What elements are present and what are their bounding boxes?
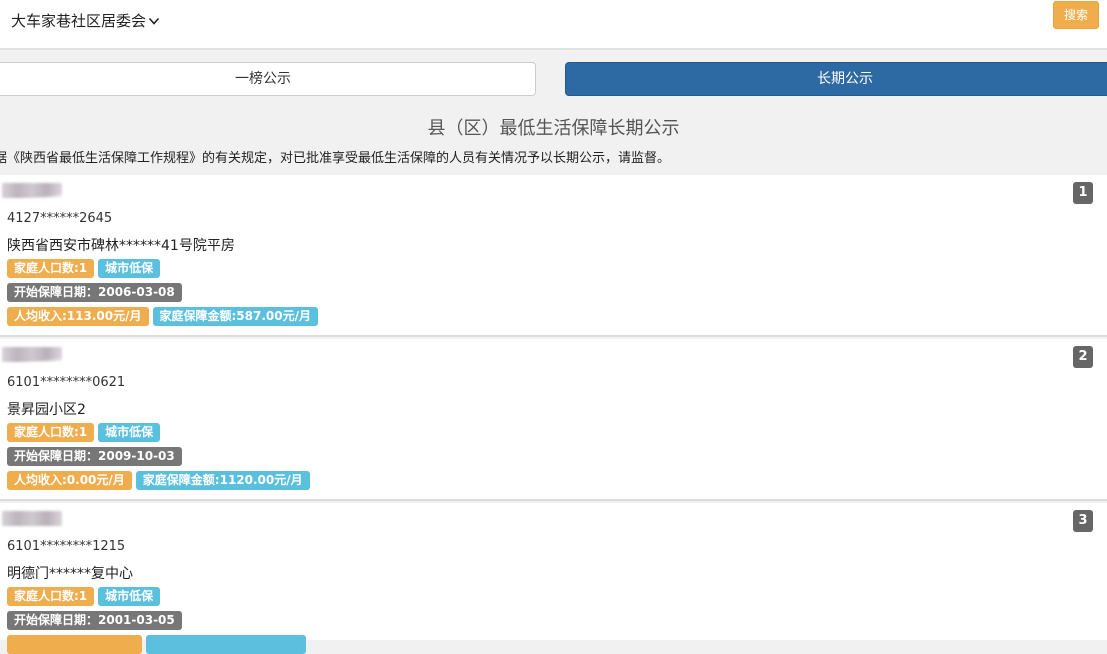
rank-badge: 2 xyxy=(1073,346,1093,368)
start-date-badge: 开始保障日期：2006-03-08 xyxy=(7,283,182,302)
badge-row-income: 人均收入:0.00元/月 家庭保障金额:1120.00元/月 xyxy=(7,471,310,490)
income-badge: 人均收入:113.00元/月 xyxy=(7,307,149,326)
start-date-badge: 开始保障日期：2001-03-05 xyxy=(7,611,182,630)
type-badge: 城市低保 xyxy=(98,259,161,278)
blurred-name xyxy=(2,511,62,526)
amount-badge xyxy=(146,635,306,654)
tab-first-round[interactable]: 一榜公示 xyxy=(0,62,536,96)
address: 明德门******复中心 xyxy=(7,566,133,582)
list-item[interactable]: 2 6101********0621 景昇园小区2 家庭人口数:1 城市低保 开… xyxy=(0,339,1107,501)
id-number: 6101********0621 xyxy=(7,375,126,390)
rank-badge: 1 xyxy=(1073,182,1093,204)
id-number: 4127******2645 xyxy=(7,211,113,226)
household-size-badge: 家庭人口数:1 xyxy=(7,423,95,442)
household-size-badge: 家庭人口数:1 xyxy=(7,587,95,606)
list-item[interactable]: 3 6101********1215 明德门******复中心 家庭人口数:1 … xyxy=(0,503,1107,654)
page-title: 县（区）最低生活保障长期公示 xyxy=(427,118,680,139)
badge-row-date: 开始保障日期：2006-03-08 xyxy=(7,283,182,302)
amount-badge: 家庭保障金额:1120.00元/月 xyxy=(135,471,310,490)
badge-row-household: 家庭人口数:1 城市低保 xyxy=(7,587,161,606)
rank-badge: 3 xyxy=(1073,510,1093,532)
income-badge xyxy=(7,635,142,654)
badge-row-income xyxy=(7,635,306,654)
badge-row-household: 家庭人口数:1 城市低保 xyxy=(7,259,161,278)
list-item[interactable]: 1 4127******2645 陕西省西安市碑林******41号院平房 家庭… xyxy=(0,175,1107,337)
badge-row-household: 家庭人口数:1 城市低保 xyxy=(7,423,161,442)
id-number: 6101********1215 xyxy=(7,539,126,554)
community-selector[interactable]: 大车家巷社区居委会 xyxy=(11,10,160,31)
community-label: 大车家巷社区居委会 xyxy=(11,12,147,30)
address: 陕西省西安市碑林******41号院平房 xyxy=(7,238,235,254)
top-bar: 大车家巷社区居委会 搜索 xyxy=(0,0,1107,50)
badge-row-income: 人均收入:113.00元/月 家庭保障金额:587.00元/月 xyxy=(7,307,318,326)
household-size-badge: 家庭人口数:1 xyxy=(7,259,95,278)
type-badge: 城市低保 xyxy=(98,423,161,442)
notice-text: 据《陕西省最低生活保障工作规程》的有关规定，对已批准享受最低生活保障的人员有关情… xyxy=(0,151,671,166)
amount-badge: 家庭保障金额:587.00元/月 xyxy=(152,307,318,326)
search-button[interactable]: 搜索 xyxy=(1053,1,1099,29)
address: 景昇园小区2 xyxy=(7,402,86,418)
badge-row-date: 开始保障日期：2009-10-03 xyxy=(7,447,182,466)
type-badge: 城市低保 xyxy=(98,587,161,606)
tab-long-term[interactable]: 长期公示 xyxy=(565,62,1107,96)
badge-row-date: 开始保障日期：2001-03-05 xyxy=(7,611,182,630)
start-date-badge: 开始保障日期：2009-10-03 xyxy=(7,447,182,466)
income-badge: 人均收入:0.00元/月 xyxy=(7,471,132,490)
chevron-down-icon xyxy=(148,17,160,25)
